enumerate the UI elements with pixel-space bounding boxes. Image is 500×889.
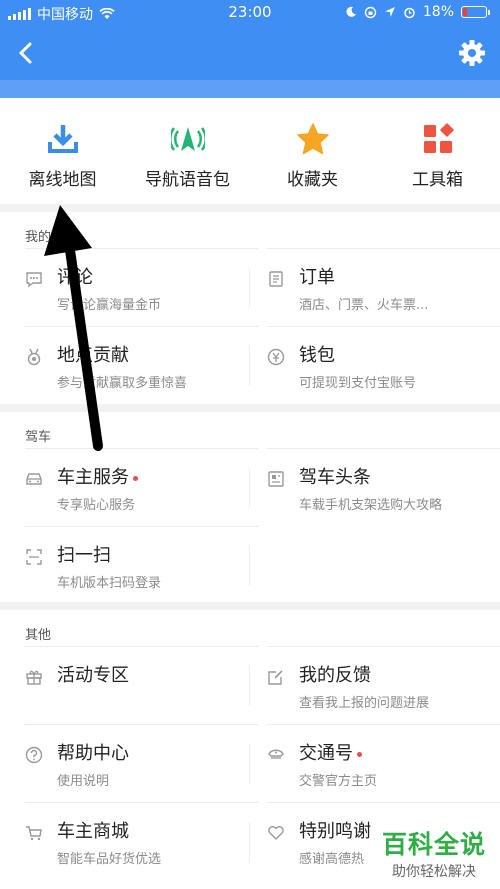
gift-icon (26, 670, 42, 685)
location-icon (384, 7, 395, 17)
comment-icon (26, 272, 42, 288)
car-icon (26, 473, 42, 485)
news-icon (268, 471, 284, 487)
status-right: 18% (345, 4, 490, 20)
header-band (0, 80, 500, 98)
edit-icon (268, 670, 283, 685)
battery-icon (461, 6, 490, 18)
quick-actions: 离线地图 导航语音包 收藏夹 工具箱 (0, 98, 500, 204)
my-feedback-subtitle: 查看我上报的问题进展 (299, 696, 430, 711)
wallet-title: 钱包 (299, 345, 335, 366)
toolbox-button[interactable]: 工具箱 (375, 98, 500, 204)
comment-subtitle: 写评论赢海量金币 (57, 298, 162, 313)
help-center-subtitle: 使用说明 (57, 774, 110, 789)
car-mall-title: 车主商城 (57, 821, 129, 842)
navigation-voice-icon (170, 127, 205, 151)
contribution-item[interactable]: 地点贡献 参与贡献赢取多重惊喜 (25, 326, 259, 404)
section-title: 其他 (25, 628, 52, 643)
scan-item[interactable]: 扫一扫 车机版本扫码登录 (25, 526, 259, 604)
offline-map-label: 离线地图 (28, 170, 97, 190)
new-badge-dot (357, 751, 362, 757)
help-center-item[interactable]: 帮助中心 使用说明 (25, 724, 259, 802)
car-owner-service-subtitle: 专享贴心服务 (57, 498, 136, 513)
activity-zone-title: 活动专区 (57, 665, 129, 686)
police-hat-icon (268, 749, 284, 759)
help-center-title: 帮助中心 (57, 743, 129, 764)
driving-headlines-subtitle: 车载手机支架选购大攻略 (299, 498, 443, 513)
watermark-logo: 百科全说 助你轻松解决 (382, 825, 486, 881)
favorites-label: 收藏夹 (287, 170, 338, 190)
my-feedback-item[interactable]: 我的反馈 查看我上报的问题进展 (267, 646, 500, 724)
scan-title: 扫一扫 (57, 545, 111, 566)
alarm-icon (404, 7, 415, 18)
my-feedback-title: 我的反馈 (299, 665, 371, 686)
moon-icon (346, 6, 356, 17)
section-driving: 驾车 车主服务 专享贴心服务 驾车头条 车载手机支架选购大攻略 扫一扫 车机版本… (0, 412, 500, 602)
voice-pack-button[interactable]: 导航语音包 (125, 98, 250, 204)
contribution-subtitle: 参与贡献赢取多重惊喜 (57, 376, 188, 391)
download-icon (47, 125, 78, 153)
toolbox-icon (423, 123, 454, 153)
contribution-title: 地点贡献 (57, 345, 129, 366)
status-bar: 中国移动 23:00 18% (0, 0, 500, 26)
medal-icon (27, 348, 41, 366)
offline-map-button[interactable]: 离线地图 (0, 98, 125, 204)
scan-icon (26, 549, 42, 565)
lock-rotation-icon (364, 6, 377, 18)
car-mall-subtitle: 智能车品好货优选 (57, 852, 162, 867)
cart-icon (26, 826, 42, 841)
watermark-slogan: 助你轻松解决 (391, 864, 476, 880)
activity-zone-item[interactable]: 活动专区 (25, 646, 259, 724)
car-owner-service-title: 车主服务 (57, 463, 138, 489)
column-divider (249, 822, 250, 862)
car-owner-service-label: 车主服务 (57, 467, 129, 488)
traffic-account-title: 交通号 (299, 739, 362, 765)
help-icon (25, 746, 43, 764)
order-icon (269, 271, 283, 287)
section-title: 驾车 (25, 430, 52, 445)
favorites-button[interactable]: 收藏夹 (250, 98, 375, 204)
column-divider (249, 468, 250, 508)
comment-title: 评论 (57, 267, 93, 288)
car-mall-item[interactable]: 车主商城 智能车品好货优选 (25, 802, 259, 880)
order-subtitle: 酒店、门票、火车票... (299, 298, 429, 313)
column-divider (249, 268, 250, 308)
section-mine: 我的 评论 写评论赢海量金币 订单 酒店、门票、火车票... 地点贡献 参与贡献… (0, 212, 500, 404)
wallet-icon (267, 348, 285, 366)
traffic-account-subtitle: 交警官方主页 (299, 774, 378, 789)
wallet-item[interactable]: 钱包 可提现到支付宝账号 (267, 326, 500, 404)
order-item[interactable]: 订单 酒店、门票、火车票... (267, 248, 500, 326)
special-thanks-title: 特别鸣谢 (299, 821, 371, 842)
heart-icon (268, 826, 284, 840)
new-badge-dot (133, 475, 138, 481)
traffic-account-item[interactable]: 交通号 交警官方主页 (267, 724, 500, 802)
driving-headlines-item[interactable]: 驾车头条 车载手机支架选购大攻略 (267, 448, 500, 526)
order-title: 订单 (299, 267, 335, 288)
header-bar (0, 26, 500, 98)
toolbox-label: 工具箱 (412, 170, 463, 190)
back-icon[interactable] (12, 38, 42, 68)
wallet-subtitle: 可提现到支付宝账号 (299, 376, 417, 391)
comment-item[interactable]: 评论 写评论赢海量金币 (25, 248, 259, 326)
special-thanks-subtitle: 感谢高德热 (299, 852, 365, 867)
voice-pack-label: 导航语音包 (145, 170, 230, 190)
column-divider (249, 546, 250, 586)
column-divider (249, 744, 250, 784)
section-title: 我的 (25, 230, 52, 245)
traffic-account-label: 交通号 (299, 743, 353, 764)
gear-icon[interactable] (458, 39, 486, 67)
column-divider (249, 666, 250, 706)
scan-subtitle: 车机版本扫码登录 (57, 576, 162, 591)
car-owner-service-item[interactable]: 车主服务 专享贴心服务 (25, 448, 259, 526)
driving-headlines-title: 驾车头条 (299, 467, 371, 488)
star-icon (296, 123, 329, 155)
column-divider (249, 346, 250, 386)
watermark-title: 百科全说 (381, 830, 486, 859)
battery-percent: 18% (422, 4, 454, 20)
